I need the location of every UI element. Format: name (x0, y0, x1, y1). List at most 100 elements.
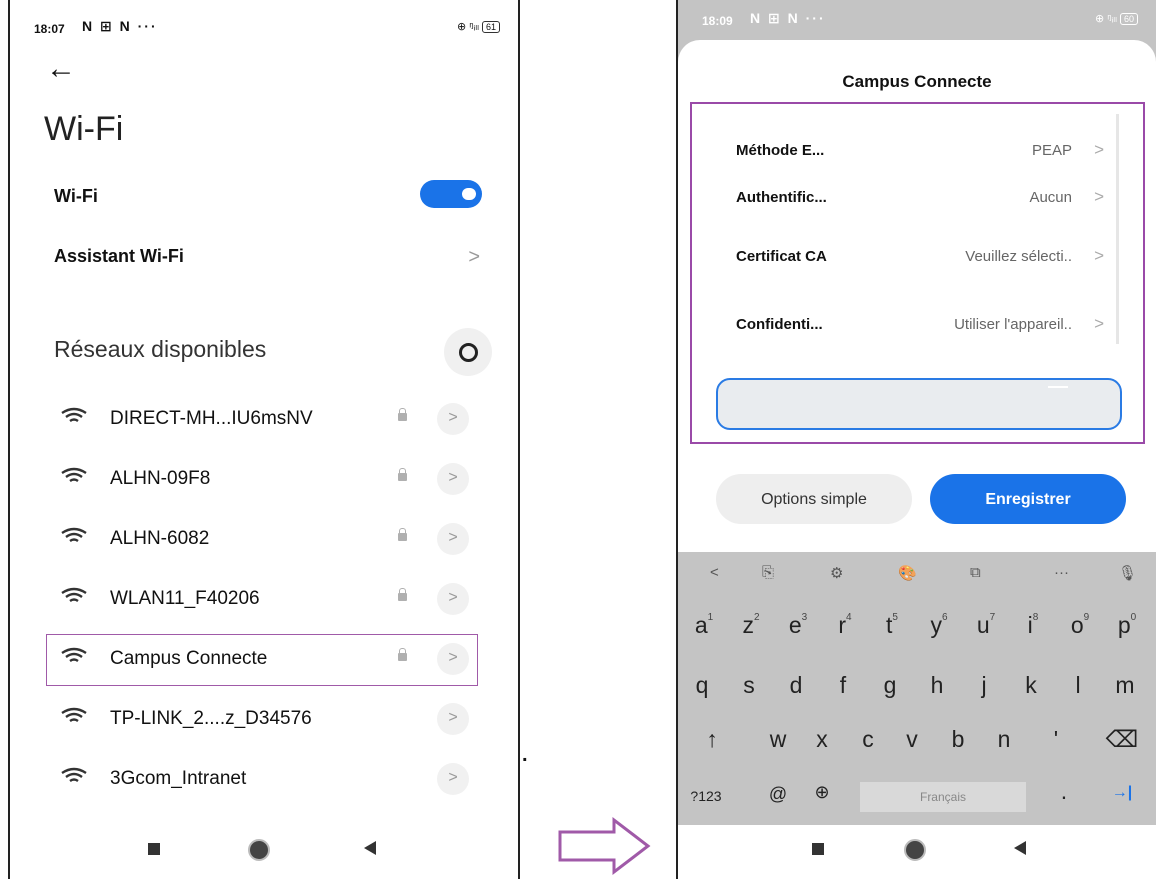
network-item[interactable]: TP-LINK_2....z_D34576 > (48, 700, 478, 740)
key[interactable]: f (823, 672, 863, 699)
backspace-key[interactable]: ⌫ (1102, 726, 1142, 753)
wifi-row-label: Wi-Fi (54, 186, 98, 206)
key[interactable]: x (802, 726, 842, 753)
lock-icon (398, 528, 407, 541)
chevron-right-icon[interactable]: > (468, 246, 480, 269)
key[interactable]: y6 (919, 612, 959, 639)
status-right-icons: ⊕ ᵑᵢₗₗ 60 (1095, 12, 1138, 25)
network-details-chevron[interactable]: > (437, 583, 469, 615)
key[interactable]: g (870, 672, 910, 699)
setting-value: Aucun (1029, 189, 1072, 206)
back-icon[interactable] (1014, 841, 1026, 855)
battery-icon: 61 (481, 21, 500, 33)
nav-bar (10, 825, 518, 879)
key[interactable]: l (1058, 672, 1098, 699)
toggle-knob (462, 188, 476, 200)
key[interactable]: r4 (825, 612, 865, 639)
key[interactable]: j (964, 672, 1004, 699)
globe-icon[interactable]: ⊕ (802, 782, 842, 803)
arrow-right-icon (558, 816, 651, 876)
scrollbar[interactable] (1116, 114, 1119, 344)
setting-value: PEAP (1031, 142, 1072, 159)
home-icon[interactable] (904, 839, 926, 861)
nav-bar (678, 825, 1156, 879)
key[interactable]: i8 (1013, 612, 1053, 639)
network-details-chevron[interactable]: > (437, 763, 469, 795)
network-item[interactable]: DIRECT-MH...IU6msNV > (48, 400, 478, 440)
chevron-right-icon: > (1094, 187, 1104, 206)
network-details-chevron[interactable]: > (437, 703, 469, 735)
phone-wifi-list: 18:07 N ⊞ N ··· ⊕ ᵑᵢₗₗ 61 ← Wi-Fi Wi-Fi … (8, 0, 520, 879)
network-details-chevron[interactable]: > (437, 523, 469, 555)
status-time: 18:07 (34, 22, 65, 36)
setting-label: Authentific... (736, 189, 827, 206)
key[interactable]: t5 (872, 612, 912, 639)
assistant-wifi-item[interactable]: Assistant Wi-Fi (54, 246, 184, 267)
status-bar: 18:07 N ⊞ N ··· ⊕ ᵑᵢₗₗ 61 (10, 0, 518, 50)
network-dialog: Campus Connecte Méthode E... PEAP > Authent… (678, 40, 1156, 552)
refresh-icon (459, 343, 478, 362)
key[interactable]: c (848, 726, 888, 753)
text-input[interactable] (716, 378, 1122, 430)
network-details-chevron[interactable]: > (437, 463, 469, 495)
recents-icon[interactable] (148, 843, 160, 855)
key[interactable]: k (1011, 672, 1051, 699)
key[interactable]: s (729, 672, 769, 699)
network-item[interactable]: ALHN-6082 > (48, 520, 478, 560)
network-item[interactable]: ALHN-09F8 > (48, 460, 478, 500)
key-period[interactable]: . (1044, 778, 1084, 805)
wifi-toggle[interactable] (420, 180, 482, 208)
status-time: 18:09 (702, 14, 733, 28)
recents-icon[interactable] (812, 843, 824, 855)
cursor-mark (1048, 386, 1068, 388)
settings-row[interactable]: Certificat CA Veuillez sélecti.. > (722, 244, 1112, 274)
enter-key[interactable]: →| (1102, 784, 1142, 802)
home-icon[interactable] (248, 839, 270, 861)
network-name: ALHN-6082 (110, 528, 210, 549)
settings-row[interactable]: Authentific... Aucun > (722, 185, 1112, 215)
key[interactable]: h (917, 672, 957, 699)
shift-key[interactable]: ↑ (692, 726, 732, 753)
settings-row[interactable]: Confidenti... Utiliser l'appareil.. > (722, 312, 1112, 342)
settings-row[interactable]: Méthode E... PEAP > (722, 138, 1112, 168)
key[interactable]: o9 (1060, 612, 1100, 639)
lock-icon (398, 588, 407, 601)
key[interactable]: p0 (1107, 612, 1147, 639)
setting-label: Confidenti... (736, 316, 823, 333)
chevron-right-icon: > (1094, 140, 1104, 159)
network-item[interactable]: WLAN11_F40206 > (48, 580, 478, 620)
phone-network-config: 18:09 N ⊞ N ··· ⊕ ᵑᵢₗₗ 60 Campus Connect… (676, 0, 1156, 879)
key[interactable]: m (1105, 672, 1145, 699)
network-name: WLAN11_F40206 (110, 588, 260, 609)
key[interactable]: d (776, 672, 816, 699)
refresh-button[interactable] (444, 328, 492, 376)
network-details-chevron[interactable]: > (437, 403, 469, 435)
network-name: TP-LINK_2....z_D34576 (110, 708, 312, 729)
key[interactable]: e3 (778, 612, 818, 639)
key[interactable]: w (758, 726, 798, 753)
back-arrow-icon[interactable]: ← (46, 52, 76, 86)
key[interactable]: ' (1036, 726, 1076, 753)
key[interactable]: a1 (684, 612, 724, 639)
key[interactable]: v (892, 726, 932, 753)
status-notification-icons: N ⊞ N ··· (82, 18, 158, 34)
key-numbers[interactable]: ?123 (686, 788, 726, 804)
wifi-signal-icon (61, 767, 87, 782)
key[interactable]: u7 (966, 612, 1006, 639)
key[interactable]: n (984, 726, 1024, 753)
network-item[interactable]: 3Gcom_Intranet > (48, 760, 478, 800)
options-simple-button[interactable]: Options simple (716, 474, 912, 524)
save-button[interactable]: Enregistrer (930, 474, 1126, 524)
back-icon[interactable] (364, 841, 376, 855)
key-at[interactable]: @ (758, 784, 798, 805)
lock-icon (398, 468, 407, 481)
lock-icon (398, 408, 407, 421)
wifi-signal-icon (61, 527, 87, 542)
network-name: DIRECT-MH...IU6msNV (110, 408, 313, 429)
key[interactable]: q (682, 672, 722, 699)
wifi-signal-icon (61, 587, 87, 602)
key[interactable]: b (938, 726, 978, 753)
key[interactable]: z2 (731, 612, 771, 639)
keyboard-row-3: ↑ w x c v b n ' ⌫ (678, 726, 1156, 766)
space-bar[interactable]: Français (860, 782, 1026, 812)
